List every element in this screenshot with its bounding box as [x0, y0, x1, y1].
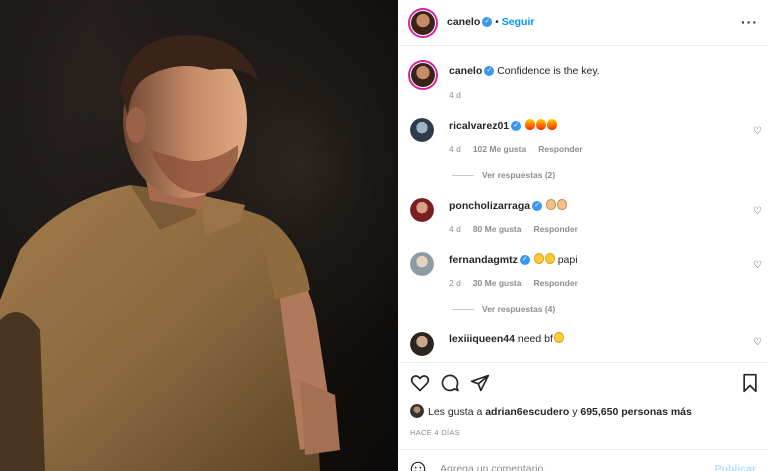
- comment-username[interactable]: fernandagmtz: [449, 254, 518, 266]
- likes-prefix: Les gusta a: [428, 406, 483, 418]
- post-panel: canelo ✓ • Seguir ··· canelo ✓ Confidence is…: [398, 0, 768, 471]
- comment-age: 4 d: [449, 144, 461, 154]
- comment-meta: 4 d 102 Me gusta Responder: [449, 144, 595, 154]
- fire-emoji-icon: [547, 119, 558, 130]
- comment-username[interactable]: lexiiiqueen44: [449, 333, 515, 345]
- liker-avatar[interactable]: [410, 404, 424, 418]
- header-identity: canelo ✓ • Seguir: [447, 16, 534, 28]
- like-comment-heart-icon[interactable]: ♡: [753, 260, 762, 271]
- view-replies-button[interactable]: Ver respuestas (4): [452, 304, 555, 314]
- heart-like-icon[interactable]: [410, 373, 430, 393]
- flexed-biceps-emoji-icon: [546, 199, 557, 210]
- view-replies-label: Ver respuestas (2): [482, 170, 556, 180]
- comment-avatar[interactable]: [410, 332, 434, 356]
- replies-divider: [452, 308, 474, 310]
- author-avatar[interactable]: [408, 8, 438, 38]
- more-options-icon[interactable]: ···: [741, 14, 758, 30]
- post-timestamp: HACE 4 DÍAS: [410, 428, 460, 437]
- grin-emoji-icon: [533, 253, 544, 264]
- comment-avatar[interactable]: [410, 118, 434, 142]
- grin-emoji-icon: [544, 253, 555, 264]
- like-comment-heart-icon[interactable]: ♡: [753, 337, 762, 348]
- caption-avatar[interactable]: [408, 60, 438, 90]
- comments-section: canelo ✓ Confidence is the key. 4 d rical…: [398, 46, 768, 362]
- verified-badge-icon: ✓: [511, 121, 522, 132]
- bookmark-save-icon[interactable]: [740, 373, 760, 393]
- replies-divider: [452, 174, 474, 176]
- comment-text: fernandagmtz ✓ papi: [449, 253, 578, 267]
- like-comment-heart-icon[interactable]: ♡: [753, 126, 762, 137]
- post-image-illustration: [0, 0, 398, 471]
- comment-username[interactable]: ricalvarez01: [449, 120, 509, 132]
- post-actions: [398, 362, 768, 402]
- comment-item: poncholizarraga ✓ 4 d 80 Me gusta Responder…: [398, 198, 768, 243]
- verified-badge-icon: ✓: [519, 255, 530, 266]
- post-photo[interactable]: [0, 0, 398, 471]
- caption-row: canelo ✓ Confidence is the key. 4 d: [398, 60, 768, 100]
- comment-body: need bf: [517, 333, 553, 345]
- follow-button[interactable]: Seguir: [502, 16, 535, 28]
- comment-avatar[interactable]: [410, 198, 434, 222]
- publish-button[interactable]: Publicar: [715, 463, 756, 471]
- caption-text: canelo ✓ Confidence is the key.: [449, 64, 600, 78]
- comment-avatar[interactable]: [410, 252, 434, 276]
- reply-button[interactable]: Responder: [533, 278, 577, 288]
- comment-text: lexiiiqueen44 need bf: [449, 332, 564, 346]
- separator-dot: •: [495, 17, 499, 28]
- caption-age: 4 d: [449, 90, 461, 100]
- comment-text: ricalvarez01 ✓: [449, 119, 558, 133]
- likes-connector: y: [572, 406, 578, 418]
- comment-age: 2 d: [449, 278, 461, 288]
- comment-body: papi: [557, 254, 578, 266]
- likes-summary: Les gusta a adrian6escudero y 695,650 pe…: [410, 404, 760, 418]
- comment-text: poncholizarraga ✓: [449, 199, 568, 213]
- comment-username[interactable]: poncholizarraga: [449, 200, 530, 212]
- liker-username[interactable]: adrian6escudero: [485, 406, 569, 418]
- like-comment-heart-icon[interactable]: ♡: [753, 206, 762, 217]
- fire-emoji-icon: [525, 119, 536, 130]
- ok-hand-emoji-icon: [557, 199, 568, 210]
- add-comment-bar: Agrega un comentario... Publicar: [398, 449, 768, 471]
- emoji-picker-icon[interactable]: [410, 461, 426, 471]
- comment-item: fernandagmtz ✓ papi 2 d 30 Me gusta Respond…: [398, 252, 768, 322]
- caption-body: Confidence is the key.: [497, 65, 600, 77]
- comment-item: lexiiiqueen44 need bf ♡: [398, 332, 768, 362]
- author-username[interactable]: canelo: [447, 16, 480, 28]
- reply-button[interactable]: Responder: [533, 224, 577, 234]
- comment-meta: 4 d 80 Me gusta Responder: [449, 224, 590, 234]
- comment-likes[interactable]: 80 Me gusta: [473, 224, 522, 234]
- smiling-face-emoji-icon: [553, 332, 564, 343]
- share-send-icon[interactable]: [470, 373, 490, 393]
- caption-username[interactable]: canelo: [449, 65, 482, 77]
- verified-badge-icon: ✓: [482, 17, 493, 28]
- comment-bubble-icon[interactable]: [440, 373, 460, 393]
- fire-emoji-icon: [536, 119, 547, 130]
- caption-meta: 4 d: [449, 90, 473, 100]
- comment-meta: 2 d 30 Me gusta Responder: [449, 278, 590, 288]
- post-header: canelo ✓ • Seguir ···: [398, 0, 768, 46]
- reply-button[interactable]: Responder: [538, 144, 582, 154]
- comment-likes[interactable]: 102 Me gusta: [473, 144, 526, 154]
- view-replies-label: Ver respuestas (4): [482, 304, 556, 314]
- comment-likes[interactable]: 30 Me gusta: [473, 278, 522, 288]
- verified-badge-icon: ✓: [484, 66, 495, 77]
- likes-count[interactable]: 695,650 personas más: [580, 406, 692, 418]
- comment-age: 4 d: [449, 224, 461, 234]
- view-replies-button[interactable]: Ver respuestas (2): [452, 170, 555, 180]
- comment-input[interactable]: Agrega un comentario...: [440, 463, 552, 471]
- comment-item: ricalvarez01 ✓ 4 d 102 Me gusta Responder ♡…: [398, 116, 768, 186]
- verified-badge-icon: ✓: [532, 201, 543, 212]
